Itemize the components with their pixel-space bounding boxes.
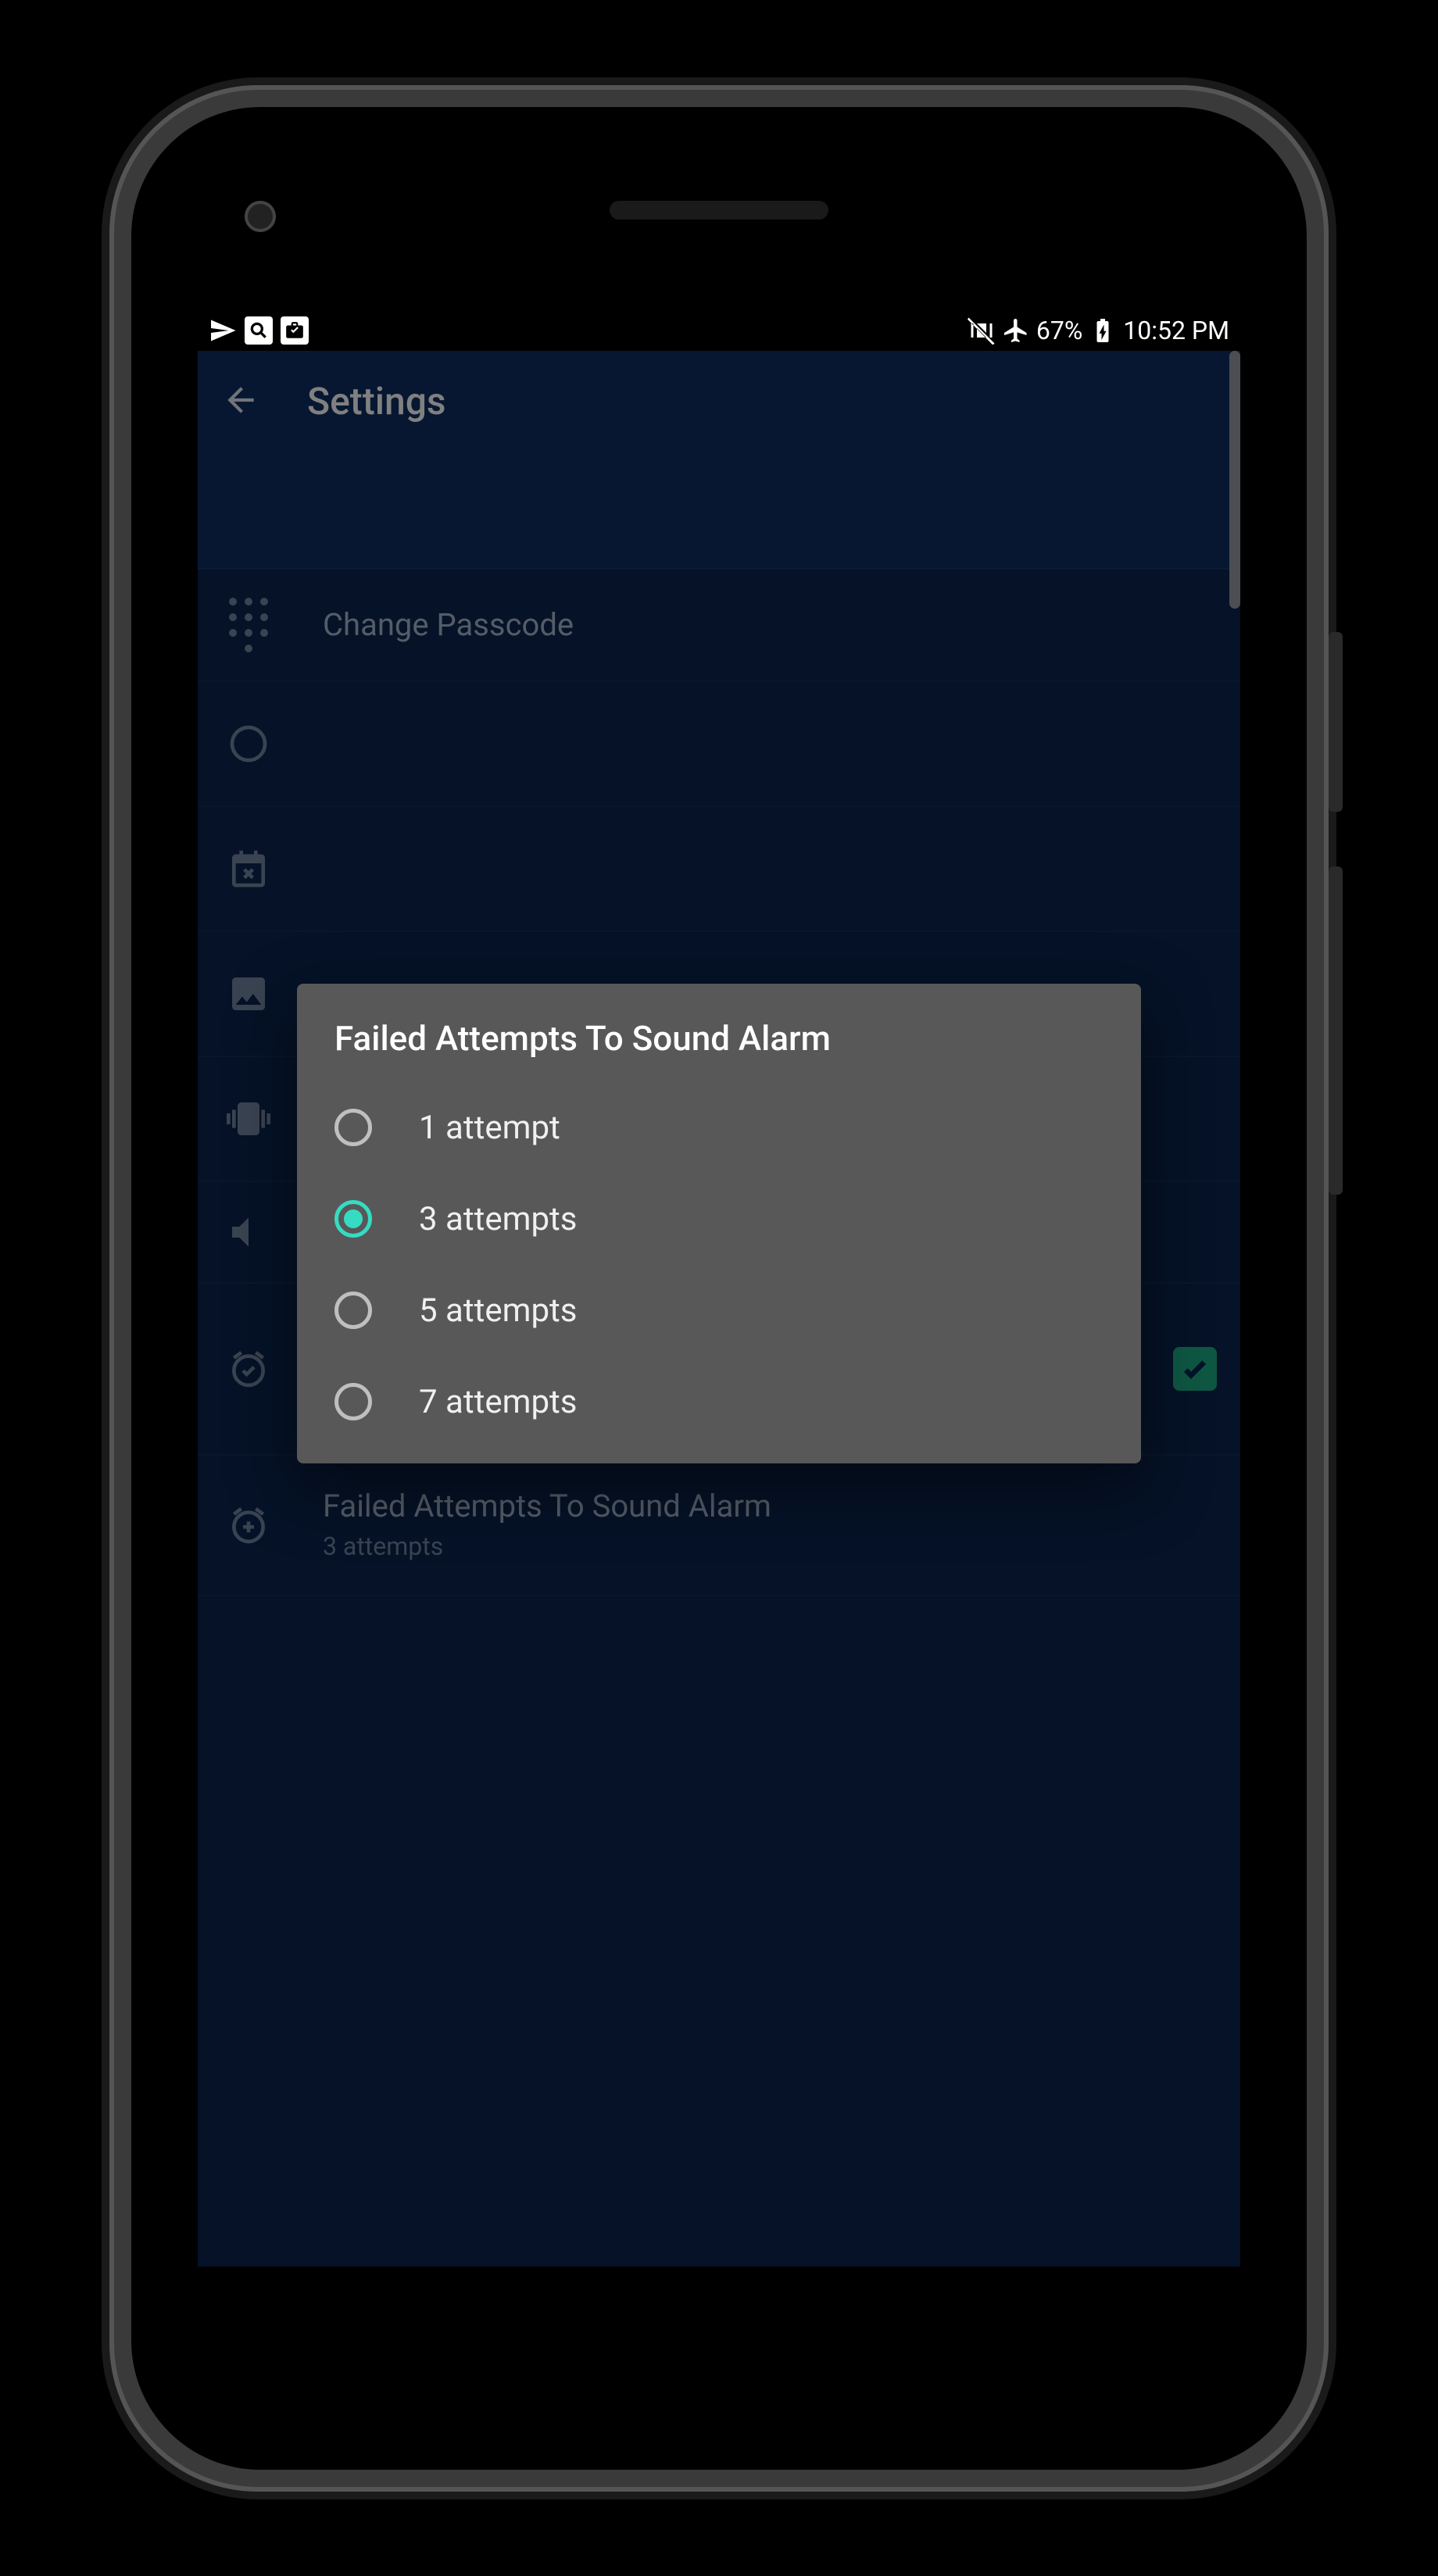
phone-device-frame: 67% 10:52 PM Settings <box>109 85 1329 2492</box>
status-right: 67% 10:52 PM <box>968 316 1229 345</box>
setting-change-passcode[interactable]: Change Passcode <box>198 570 1240 682</box>
radio-label: 7 attempts <box>419 1383 577 1421</box>
setting-row-hidden-1[interactable] <box>198 682 1240 807</box>
radio-icon <box>334 1109 372 1146</box>
section-spacer <box>198 452 1240 570</box>
phone-bezel: 67% 10:52 PM Settings <box>131 107 1307 2470</box>
alarm-check-icon <box>221 1347 276 1391</box>
battery-charging-icon <box>1089 316 1117 345</box>
screen: 67% 10:52 PM Settings <box>198 310 1240 2267</box>
setting-sub: 3 attempts <box>323 1531 1217 1563</box>
clock-icon <box>221 722 276 766</box>
search-badge-icon <box>245 316 273 345</box>
radio-label: 1 attempt <box>419 1109 560 1147</box>
status-left-icons <box>209 316 309 345</box>
setting-label: Change Passcode <box>323 606 1217 645</box>
dialog-title: Failed Attempts To Sound Alarm <box>297 1018 1141 1082</box>
earpiece-speaker <box>610 201 828 220</box>
calendar-delete-icon <box>221 847 276 891</box>
setting-failed-attempts[interactable]: Failed Attempts To Sound Alarm 3 attempt… <box>198 1456 1240 1596</box>
power-button <box>1329 632 1343 812</box>
setting-label: Failed Attempts To Sound Alarm <box>323 1487 1217 1526</box>
vibrate-icon <box>221 1097 276 1141</box>
clock-time: 10:52 PM <box>1123 316 1229 345</box>
dialpad-icon <box>221 598 276 652</box>
volume-icon <box>221 1210 276 1254</box>
app-content: Settings <box>198 351 1240 2267</box>
radio-selected-icon <box>334 1200 372 1238</box>
radio-option-7-attempts[interactable]: 7 attempts <box>297 1356 1141 1448</box>
radio-icon <box>334 1292 372 1329</box>
phone-top-bezel <box>131 107 1307 310</box>
image-icon <box>221 972 276 1016</box>
airplane-icon <box>1002 316 1030 345</box>
failed-attempts-dialog: Failed Attempts To Sound Alarm 1 attempt… <box>297 984 1141 1463</box>
battery-percent: 67% <box>1036 316 1082 345</box>
front-camera <box>245 201 276 232</box>
alarm-checkbox[interactable] <box>1173 1347 1217 1391</box>
alarm-add-icon <box>221 1503 276 1547</box>
app-header: Settings <box>198 351 1240 452</box>
radio-label: 3 attempts <box>419 1200 577 1238</box>
back-arrow-icon[interactable] <box>221 381 260 423</box>
status-bar: 67% 10:52 PM <box>198 310 1240 351</box>
setting-row-hidden-2[interactable] <box>198 807 1240 932</box>
radio-option-3-attempts[interactable]: 3 attempts <box>297 1174 1141 1265</box>
scrollbar-thumb[interactable] <box>1229 351 1240 609</box>
briefcase-check-icon <box>281 316 309 345</box>
volume-button <box>1329 866 1343 1195</box>
vibrate-off-icon <box>968 316 996 345</box>
send-icon <box>209 316 237 345</box>
radio-option-5-attempts[interactable]: 5 attempts <box>297 1265 1141 1356</box>
radio-icon <box>334 1383 372 1420</box>
page-title: Settings <box>307 379 446 423</box>
dialog-options: 1 attempt 3 attempts 5 attempts 7 a <box>297 1082 1141 1448</box>
radio-option-1-attempt[interactable]: 1 attempt <box>297 1082 1141 1174</box>
radio-label: 5 attempts <box>419 1292 577 1330</box>
